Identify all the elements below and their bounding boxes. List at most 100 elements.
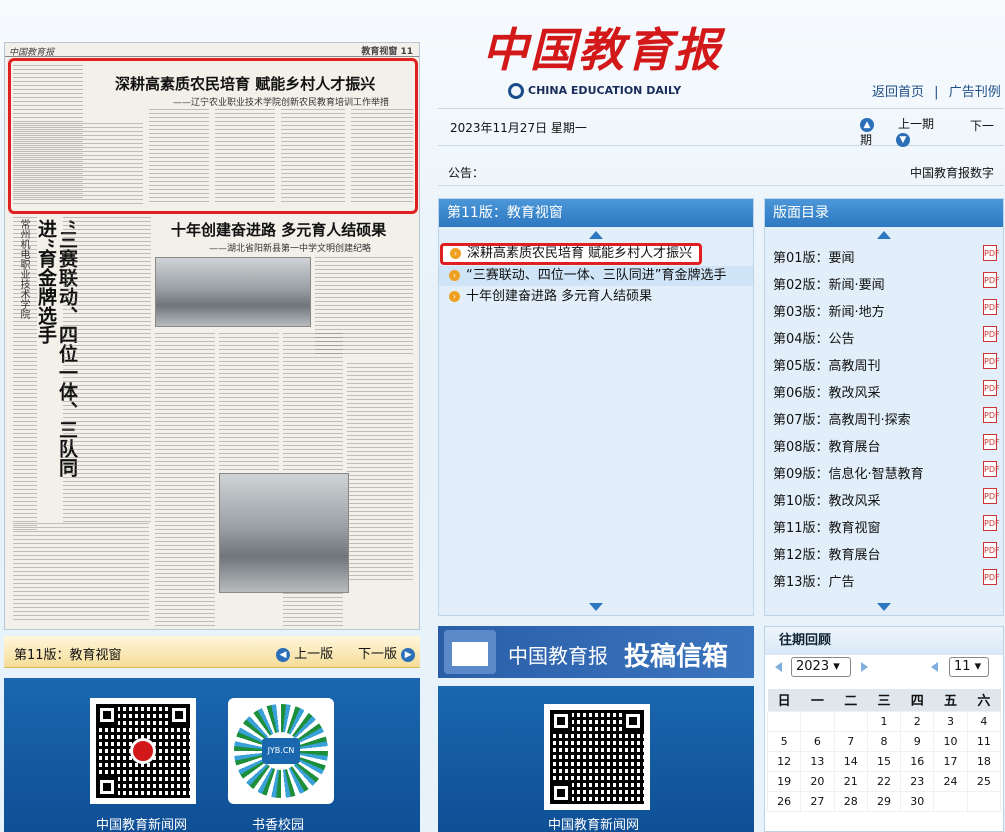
page-list-label: 第08版：教育展台 [773, 440, 881, 455]
pdf-icon[interactable]: PDF [983, 407, 1000, 423]
calendar-day[interactable]: 8 [866, 730, 902, 752]
month-select[interactable]: 11 ▾ [949, 657, 989, 677]
calendar-day [833, 710, 868, 732]
calendar-day[interactable]: 29 [866, 790, 902, 812]
prev-month-icon[interactable] [931, 662, 938, 672]
calendar-day[interactable]: 11 [966, 730, 1002, 752]
notice-marquee[interactable]: 中国教育报数字 [910, 164, 994, 181]
calendar-day[interactable]: 28 [833, 790, 868, 812]
calendar-day[interactable]: 3 [933, 710, 968, 732]
calendar-day[interactable]: 27 [800, 790, 835, 812]
calendar-day[interactable]: 25 [966, 770, 1002, 792]
calendar-day[interactable]: 1 [866, 710, 902, 732]
pdf-icon[interactable]: PDF [983, 299, 1000, 315]
calendar-day[interactable]: 2 [900, 710, 935, 732]
calendar-day[interactable]: 9 [900, 730, 935, 752]
text-column [13, 523, 149, 623]
page-list-label: 第12版：教育展台 [773, 548, 881, 563]
page-list-item[interactable]: 第12版：教育展台 PDF [765, 540, 1003, 563]
weekday-header: 四 [900, 689, 934, 711]
text-column [219, 333, 279, 473]
page-list-item[interactable]: 第02版：新闻·要闻 PDF [765, 270, 1003, 293]
ads-link[interactable]: 广告刊例 [949, 85, 1001, 100]
scroll-up-button[interactable] [439, 227, 753, 239]
calendar-day[interactable]: 22 [866, 770, 902, 792]
pdf-icon[interactable]: PDF [983, 488, 1000, 504]
article-item-active[interactable]: › 深耕高素质农民培育 赋能乡村人才振兴 [440, 243, 702, 265]
pdf-icon[interactable]: PDF [983, 569, 1000, 585]
year-select[interactable]: 2023 ▾ [791, 657, 851, 677]
calendar-day[interactable]: 7 [833, 730, 868, 752]
pdf-icon[interactable]: PDF [983, 380, 1000, 396]
page-list-item[interactable]: 第03版：新闻·地方 PDF [765, 297, 1003, 320]
page-list-item[interactable]: 第07版：高教周刊·探索 PDF [765, 405, 1003, 428]
page-list-item[interactable]: 第10版：教改风采 PDF [765, 486, 1003, 509]
prev-page-link[interactable]: ◀ 上一版 [276, 643, 333, 662]
calendar-day[interactable]: 15 [866, 750, 902, 772]
calendar-day[interactable]: 20 [800, 770, 835, 792]
pdf-icon[interactable]: PDF [983, 542, 1000, 558]
calendar-day[interactable]: 19 [766, 770, 802, 792]
calendar-day[interactable]: 14 [833, 750, 868, 772]
scroll-down-button[interactable] [439, 603, 753, 611]
page-list-label: 第03版：新闻·地方 [773, 305, 885, 320]
next-issue-link[interactable]: 下一 [970, 117, 994, 134]
pdf-icon[interactable]: PDF [983, 353, 1000, 369]
calendar-day[interactable]: 6 [800, 730, 835, 752]
next-page-link[interactable]: 下一版 ▶ [358, 643, 416, 662]
qr-panel-center: 中国教育新闻网 [438, 686, 754, 832]
page-list-label: 第09版：信息化·智慧教育 [773, 467, 924, 482]
pdf-icon[interactable]: PDF [983, 245, 1000, 261]
article-title: “三赛联动、四位一体、三队同进”育金牌选手 [466, 268, 727, 283]
pdf-icon[interactable]: PDF [983, 326, 1000, 342]
calendar-day[interactable]: 4 [966, 710, 1002, 732]
page-list-item[interactable]: 第06版：教改风采 PDF [765, 378, 1003, 401]
calendar-grid: 日一二三四五六 1 2 3 4 5 6 7 8 9 10 11 12 13 14 15 16 17 18 19 20 2… [766, 689, 1002, 812]
qr-code-news-center[interactable] [544, 704, 650, 810]
page-list-item[interactable]: 第11版：教育视窗 PDF [765, 513, 1003, 536]
page-list-item[interactable]: 第04版：公告 PDF [765, 324, 1003, 347]
pdf-icon[interactable]: PDF [983, 515, 1000, 531]
calendar-day[interactable]: 21 [833, 770, 868, 792]
next-year-icon[interactable] [861, 662, 868, 672]
article-title: 十年创建奋进路 多元育人结硕果 [466, 289, 653, 304]
page-list-label: 第07版：高教周刊·探索 [773, 413, 911, 428]
prev-page-label: 上一版 [294, 647, 334, 662]
calendar-day[interactable]: 24 [933, 770, 968, 792]
calendar-day[interactable]: 16 [900, 750, 935, 772]
prev-year-icon[interactable] [775, 662, 782, 672]
article-item[interactable]: › 十年创建奋进路 多元育人结硕果 [449, 287, 652, 307]
arrow-down-icon: ▼ [896, 133, 910, 147]
prev-issue-link[interactable]: ▲ 上一期 期 ▼ [860, 117, 934, 147]
calendar-day[interactable]: 10 [933, 730, 968, 752]
pdf-icon[interactable]: PDF [983, 461, 1000, 477]
calendar-day[interactable]: 17 [933, 750, 968, 772]
brand-logo-title[interactable]: 中国教育报 [482, 14, 722, 80]
page-list-item[interactable]: 第13版：广告 PDF [765, 567, 1003, 590]
pdf-icon[interactable]: PDF [983, 434, 1000, 450]
issue-suffix: 期 [860, 133, 873, 147]
home-link[interactable]: 返回首页 [872, 85, 924, 100]
page-list-item[interactable]: 第01版：要闻 PDF [765, 243, 1003, 266]
calendar-day[interactable]: 30 [900, 790, 935, 812]
scroll-up-button[interactable] [765, 227, 1003, 239]
page-list-item[interactable]: 第09版：信息化·智慧教育 PDF [765, 459, 1003, 482]
pdf-icon[interactable]: PDF [983, 272, 1000, 288]
article-item[interactable]: › “三赛联动、四位一体、三队同进”育金牌选手 [439, 266, 753, 286]
calendar-day[interactable]: 5 [766, 730, 802, 752]
brand-english: CHINA EDUCATION DAILY [508, 83, 681, 99]
submission-mailbox-banner[interactable]: 中国教育报 投稿信箱 [438, 626, 754, 678]
qr-code-news[interactable] [90, 698, 196, 804]
calendar-day[interactable]: 23 [900, 770, 935, 792]
calendar-day[interactable]: 26 [766, 790, 802, 812]
page-list-item[interactable]: 第05版：高教周刊 PDF [765, 351, 1003, 374]
page-list-label: 第02版：新闻·要闻 [773, 278, 885, 293]
calendar-day[interactable]: 13 [800, 750, 835, 772]
scroll-down-button[interactable] [765, 603, 1003, 611]
weekday-header: 二 [834, 689, 868, 711]
page-list-label: 第06版：教改风采 [773, 386, 881, 401]
page-list-item[interactable]: 第08版：教育展台 PDF [765, 432, 1003, 455]
qr-code-books[interactable]: JYB.CN [228, 698, 334, 804]
calendar-day[interactable]: 18 [966, 750, 1002, 772]
calendar-day[interactable]: 12 [766, 750, 802, 772]
